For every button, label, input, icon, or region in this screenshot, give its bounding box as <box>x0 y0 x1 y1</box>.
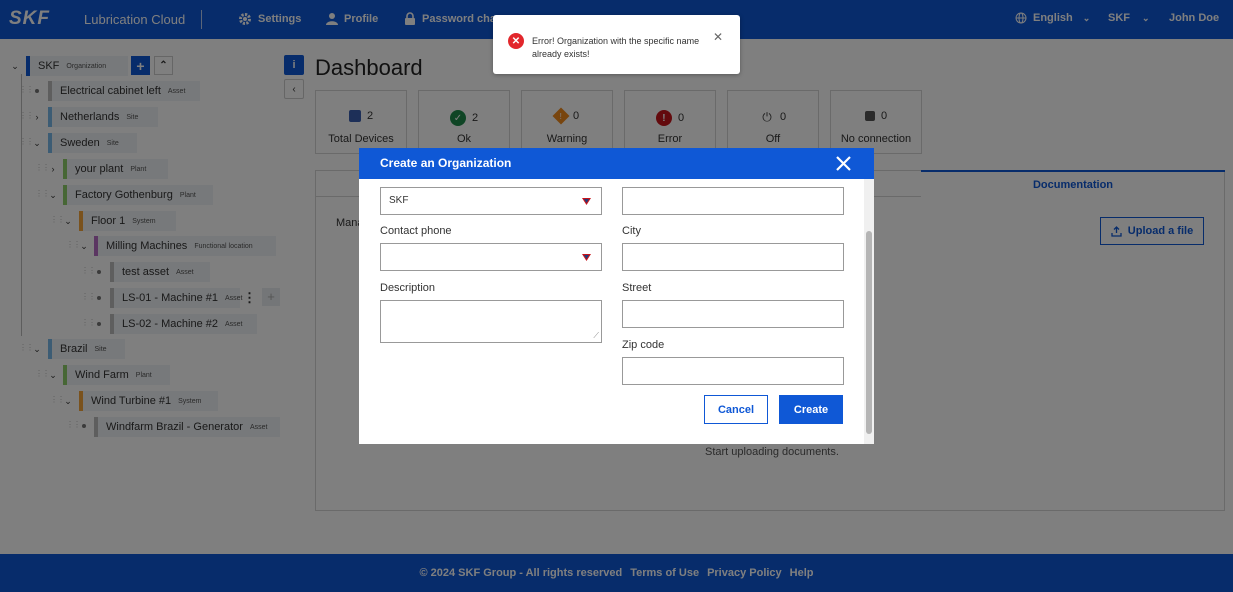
description-label: Description <box>380 282 436 294</box>
zip-code-input[interactable] <box>622 357 844 385</box>
close-icon[interactable]: ✕ <box>713 30 723 44</box>
city-label: City <box>622 225 641 237</box>
error-toast: ✕ Error! Organization with the specific … <box>493 15 740 74</box>
scrollbar-thumb[interactable] <box>866 231 872 434</box>
contact-phone-label: Contact phone <box>380 225 452 237</box>
organization-name-input[interactable]: SKF <box>380 187 602 215</box>
street-label: Street <box>622 282 652 294</box>
description-textarea[interactable]: ⟋ <box>380 300 602 343</box>
dialog-title: Create an Organization <box>359 148 874 179</box>
app-root: SKF Lubrication Cloud Settings Profile P… <box>0 0 1233 592</box>
organization-name-value: SKF <box>389 195 409 206</box>
dialog-scrollbar[interactable] <box>864 179 874 444</box>
toast-message: Error! Organization with the specific na… <box>532 36 700 59</box>
create-organization-dialog: Create an Organization SKF Contact phone… <box>359 148 874 444</box>
error-icon: ✕ <box>508 33 524 49</box>
city-input[interactable] <box>622 243 844 271</box>
close-icon[interactable] <box>835 155 852 172</box>
cancel-button[interactable]: Cancel <box>704 395 768 424</box>
zip-code-label: Zip code <box>622 339 665 351</box>
resize-handle-icon: ⟋ <box>593 331 599 340</box>
country-input[interactable] <box>622 187 844 215</box>
flag-icon <box>582 198 591 205</box>
contact-phone-input[interactable] <box>380 243 602 271</box>
create-button[interactable]: Create <box>779 395 843 424</box>
flag-icon <box>582 254 591 261</box>
street-input[interactable] <box>622 300 844 328</box>
